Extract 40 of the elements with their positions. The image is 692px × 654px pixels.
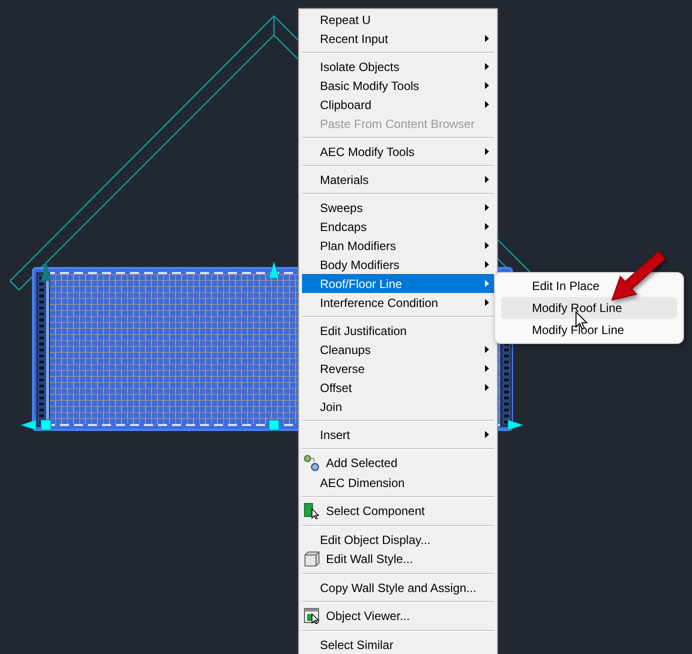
menu-item[interactable]: Offset [302,378,494,397]
triangle-grip[interactable] [41,261,51,281]
menu-item[interactable]: Select Similar [302,635,494,654]
menu-item[interactable]: Sweeps [302,198,494,217]
menu-item[interactable]: AEC Dimension [302,473,494,492]
menu-item[interactable]: Edit Wall Style... [302,549,494,569]
menu-item[interactable]: Edit In Place [501,275,677,297]
triangle-grip[interactable] [508,420,524,430]
menu-item[interactable]: Select Component [302,501,494,521]
menu-item[interactable]: Materials [302,170,494,189]
viewer-window-icon [304,608,320,624]
component-cursor-icon [304,503,320,519]
menu-item[interactable]: Reverse [302,359,494,378]
triangle-grip[interactable] [268,261,280,278]
menu-item[interactable]: Cleanups [302,340,494,359]
square-grip[interactable] [268,420,280,430]
menu-item[interactable]: Endcaps [302,217,494,236]
box-icon [304,551,320,567]
menu-item[interactable]: Roof/Floor Line [302,274,494,293]
menu-item[interactable]: Edit Object Display... [302,530,494,549]
menu-item[interactable]: Isolate Objects [302,57,494,76]
menu-item[interactable]: Object Viewer... [302,606,494,626]
menu-item[interactable]: Join [302,397,494,416]
menu-item[interactable]: Interference Condition [302,293,494,312]
square-grip[interactable] [40,420,52,430]
menu-item[interactable]: Modify Roof Line [501,297,677,319]
menu-item[interactable]: Recent Input [302,29,494,48]
menu-item[interactable]: Copy Wall Style and Assign... [302,578,494,597]
menu-item[interactable]: Add Selected [302,453,494,473]
menu-item[interactable]: Clipboard [302,95,494,114]
annotation-arrow [610,249,668,301]
menu-item[interactable]: Body Modifiers [302,255,494,274]
menu-item[interactable]: Edit Justification [302,321,494,340]
connected-circles-icon [304,455,320,471]
menu-item[interactable]: Basic Modify Tools [302,76,494,95]
menu-item[interactable]: Insert [302,425,494,444]
triangle-grip[interactable] [20,420,36,430]
menu-item[interactable]: Plan Modifiers [302,236,494,255]
menu-item[interactable]: Repeat U [302,10,494,29]
menu-item[interactable]: AEC Modify Tools [302,142,494,161]
